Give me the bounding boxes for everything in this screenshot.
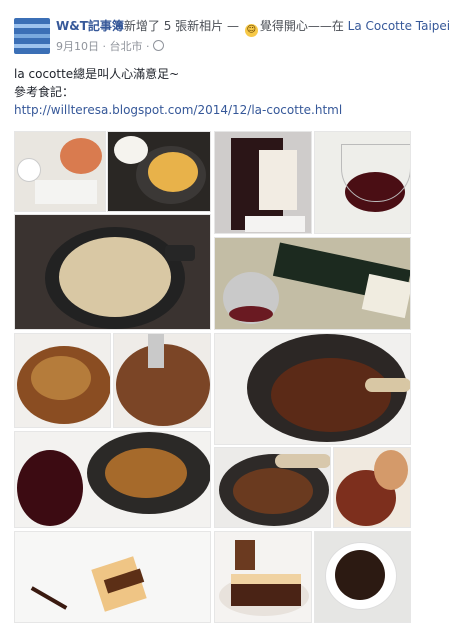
blog-link[interactable]: http://willteresa.blogspot.com/2014/12/l…: [14, 103, 342, 117]
photo-chicken-fork[interactable]: [113, 333, 211, 428]
photo-mousse-cake[interactable]: [14, 531, 211, 623]
author-name[interactable]: W&T記事簿: [56, 19, 124, 33]
globe-icon[interactable]: [153, 40, 164, 51]
photo-chocolate-cake[interactable]: [214, 531, 312, 623]
photo-bone-marrow-dish[interactable]: [214, 447, 331, 528]
photo-braised-short-rib[interactable]: [214, 333, 411, 445]
post-line-2: 參考食記：: [14, 85, 75, 99]
photo-bread-butter[interactable]: [14, 131, 106, 212]
post-line-1: la cocotte總是叫人心滿意足~: [14, 67, 180, 81]
place-link[interactable]: La Cocotte Taipei: [348, 19, 449, 33]
post-location[interactable]: 台北市: [110, 40, 143, 53]
photo-cocotte-rice[interactable]: [14, 214, 211, 330]
post-text: la cocotte總是叫人心滿意足~ 參考食記： http://willter…: [14, 65, 342, 119]
action-text: 新增了 5 張新相片 —: [123, 19, 239, 33]
smiley-icon: ☺: [244, 24, 258, 37]
photo-wine-bottle-label[interactable]: [214, 131, 312, 234]
photo-pouring-wine[interactable]: [214, 237, 411, 330]
photo-cocotte-gratin[interactable]: [107, 131, 211, 212]
post-header: W&T記事簿新增了 5 張新相片 — ☺ 覺得開心——在 La Cocotte T…: [56, 18, 449, 37]
avatar[interactable]: [14, 18, 50, 54]
feeling-text: 覺得開心——在: [259, 19, 344, 33]
photo-chicken-dish[interactable]: [14, 333, 111, 428]
post-card: W&T記事簿新增了 5 張新相片 — ☺ 覺得開心——在 La Cocotte T…: [0, 0, 449, 640]
photo-dish-closeup[interactable]: [333, 447, 411, 528]
post-meta: 9月10日 · 台北市 ·: [56, 38, 164, 54]
photo-wine-and-cocotte[interactable]: [14, 431, 211, 528]
post-date[interactable]: 9月10日: [56, 40, 99, 53]
photo-red-wine-glass[interactable]: [314, 131, 411, 234]
photo-coffee-cup[interactable]: [314, 531, 411, 623]
